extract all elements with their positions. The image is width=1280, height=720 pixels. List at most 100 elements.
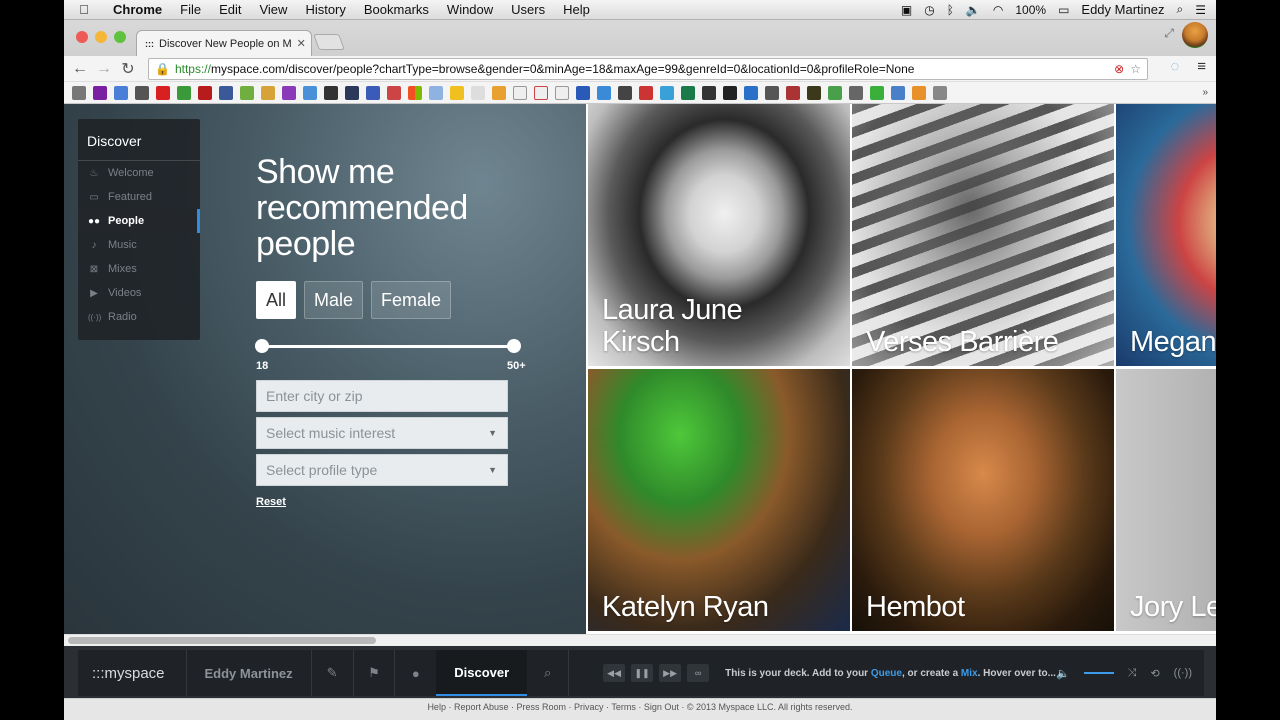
chat-icon[interactable]: ●	[395, 666, 436, 681]
sidebar-item-videos[interactable]: ▶ Videos	[78, 281, 200, 305]
minimize-window-button[interactable]	[95, 31, 107, 43]
sidebar-item-music[interactable]: ♪ Music	[78, 233, 200, 257]
bookmark-icon[interactable]	[177, 85, 191, 100]
menu-edit[interactable]: Edit	[210, 2, 250, 17]
sidebar-item-mixes[interactable]: ⊠ Mixes	[78, 257, 200, 281]
bookmark-icon[interactable]	[660, 85, 674, 100]
bookmark-icon[interactable]	[555, 85, 569, 100]
chrome-menu-icon[interactable]: ≡	[1197, 58, 1206, 75]
bookmark-yahoo-icon[interactable]	[93, 85, 107, 100]
next-icon[interactable]: ▶▶	[659, 664, 682, 682]
bookmark-icon[interactable]	[786, 85, 800, 100]
bookmark-icon[interactable]	[345, 85, 359, 100]
bookmarks-overflow-icon[interactable]: »	[1202, 87, 1208, 98]
bookmark-icon[interactable]	[135, 85, 149, 100]
bookmark-icon[interactable]	[261, 85, 275, 100]
bookmark-icon[interactable]	[681, 85, 695, 100]
bookmark-youtube-icon[interactable]	[156, 85, 170, 100]
bookmark-icon[interactable]	[429, 85, 443, 100]
battery-percent[interactable]: 100%	[1015, 3, 1046, 17]
radio-icon[interactable]: ((·))	[1174, 667, 1192, 679]
mix-link[interactable]: Mix	[961, 668, 978, 679]
deck-discover-tab[interactable]: Discover	[436, 650, 528, 696]
zoom-window-button[interactable]	[114, 31, 126, 43]
browser-tab[interactable]: ::: Discover New People on M ✕	[136, 30, 312, 56]
bookmark-icon[interactable]	[723, 85, 737, 100]
spotlight-icon[interactable]: ⌕	[1177, 2, 1184, 17]
person-card[interactable]: Megan	[1116, 104, 1216, 366]
bookmark-icon[interactable]	[933, 85, 947, 100]
menu-chrome[interactable]: Chrome	[104, 2, 171, 17]
sidebar-item-radio[interactable]: ((·)) Radio	[78, 305, 200, 329]
deck-user[interactable]: Eddy Martinez	[186, 666, 310, 681]
gender-male-button[interactable]: Male	[304, 281, 363, 319]
menu-bookmarks[interactable]: Bookmarks	[355, 2, 438, 17]
bookmark-facebook-icon[interactable]	[219, 85, 233, 100]
bookmark-icon[interactable]	[849, 85, 863, 100]
time-machine-icon[interactable]: ◷	[924, 3, 934, 17]
horizontal-scrollbar[interactable]	[64, 634, 1216, 646]
bookmark-google-icon[interactable]	[114, 85, 128, 100]
age-min-handle[interactable]	[255, 339, 269, 353]
close-tab-icon[interactable]: ✕	[297, 37, 306, 50]
bookmark-star-icon[interactable]: ☆	[1130, 62, 1141, 76]
scrollbar-thumb[interactable]	[68, 637, 376, 644]
screen-record-icon[interactable]: ▣	[901, 3, 912, 17]
extension-icon[interactable]: ◌	[1170, 58, 1179, 75]
person-card[interactable]: Hembot	[852, 369, 1114, 631]
bookmark-icon[interactable]	[618, 85, 632, 100]
bookmark-icon[interactable]	[597, 85, 611, 100]
menu-help[interactable]: Help	[554, 2, 599, 17]
queue-link[interactable]: Queue	[871, 668, 902, 679]
new-tab-button[interactable]	[313, 34, 345, 50]
profile-avatar-icon[interactable]	[1182, 22, 1208, 48]
bookmark-icon[interactable]	[303, 85, 317, 100]
person-card[interactable]: Katelyn Ryan	[588, 369, 850, 631]
bookmark-icon[interactable]	[765, 85, 779, 100]
bookmark-icon[interactable]	[72, 85, 86, 100]
bookmark-icon[interactable]	[492, 85, 506, 100]
wifi-icon[interactable]: ◠	[993, 3, 1003, 17]
bookmark-icon[interactable]	[450, 85, 464, 100]
gender-all-button[interactable]: All	[256, 281, 296, 319]
bookmark-icon[interactable]	[807, 85, 821, 100]
previous-icon[interactable]: ◀◀	[603, 664, 626, 682]
bookmark-icon[interactable]	[576, 85, 590, 100]
back-icon[interactable]: ←	[68, 60, 92, 78]
sidebar-item-people[interactable]: ●● People	[78, 209, 200, 233]
menu-view[interactable]: View	[250, 2, 296, 17]
reset-link[interactable]: Reset	[256, 496, 286, 508]
flag-icon[interactable]: ⚑	[353, 665, 394, 681]
sidebar-item-featured[interactable]: ▭ Featured	[78, 185, 200, 209]
bookmark-icon[interactable]	[240, 85, 254, 100]
connect-icon[interactable]: ∞	[687, 664, 710, 682]
address-bar[interactable]: 🔒 https:// myspace.com/discover/people?c…	[148, 58, 1148, 80]
menu-window[interactable]: Window	[438, 2, 502, 17]
volume-icon[interactable]: 🔈	[1056, 667, 1070, 680]
person-card[interactable]: Verses Barrière	[852, 104, 1114, 366]
bookmark-icon[interactable]	[912, 85, 926, 100]
bookmark-icon[interactable]	[744, 85, 758, 100]
bluetooth-icon[interactable]: ᛒ	[947, 3, 954, 17]
age-max-handle[interactable]	[507, 339, 521, 353]
fullscreen-icon[interactable]: ⤢	[1164, 26, 1174, 41]
menu-history[interactable]: History	[296, 2, 354, 17]
bookmark-netflix-icon[interactable]	[198, 85, 212, 100]
bookmark-gmail-icon[interactable]	[534, 85, 548, 100]
person-card[interactable]: Jory Le	[1116, 369, 1216, 631]
search-icon[interactable]: ⌕	[527, 665, 568, 681]
bookmark-icon[interactable]	[891, 85, 905, 100]
myspace-logo[interactable]: :::myspace	[78, 665, 186, 682]
gender-female-button[interactable]: Female	[371, 281, 451, 319]
blocked-popup-icon[interactable]: ⊗	[1114, 62, 1124, 76]
bookmark-icon[interactable]	[324, 85, 338, 100]
person-card[interactable]: Laura June Kirsch	[588, 104, 850, 366]
bookmark-icon[interactable]	[471, 85, 485, 100]
compose-icon[interactable]: ✎	[312, 665, 353, 681]
notification-center-icon[interactable]: ☰	[1195, 3, 1206, 17]
age-range-slider[interactable]	[255, 339, 521, 353]
volume-icon[interactable]: 🔈	[966, 3, 981, 17]
bookmark-windows-icon[interactable]	[408, 85, 422, 100]
shuffle-icon[interactable]: ⤨	[1128, 667, 1137, 680]
forward-icon[interactable]: →	[92, 60, 116, 78]
